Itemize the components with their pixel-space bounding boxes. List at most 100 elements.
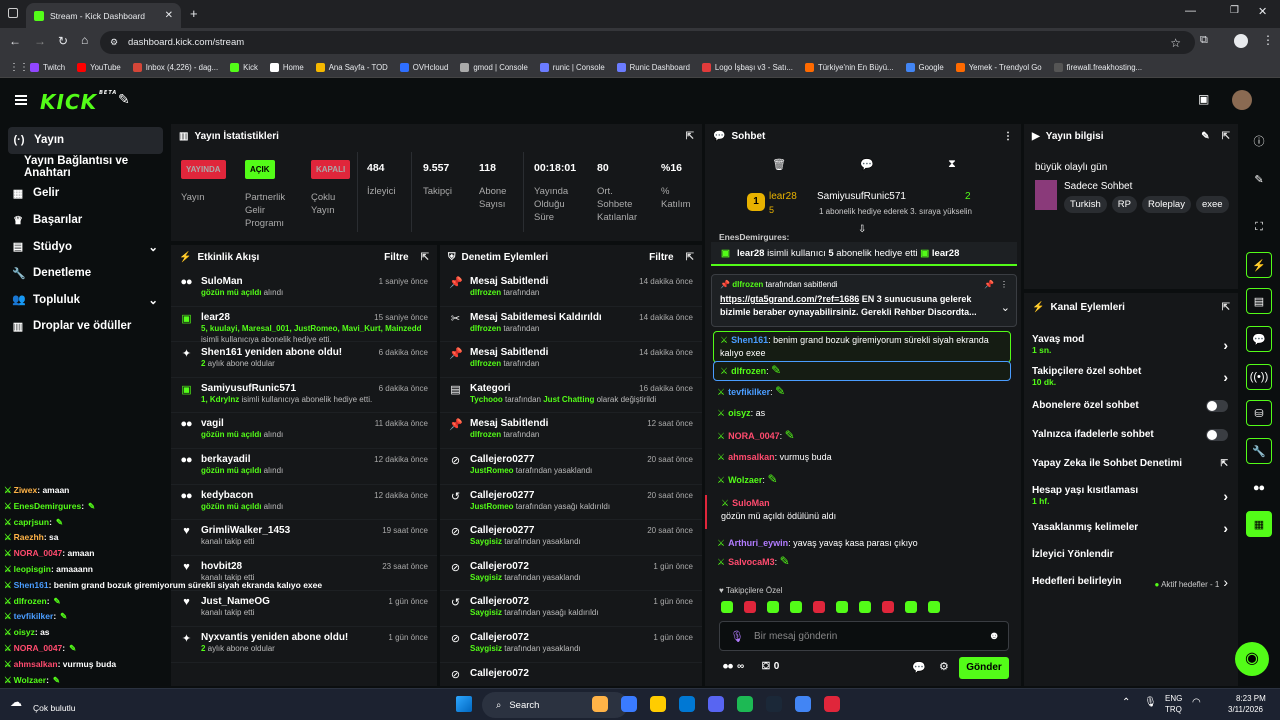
bookmark-item[interactable]: Türkiye'nin En Büyü... [804, 63, 894, 72]
feed-item-user[interactable]: dlfrozen [470, 359, 501, 368]
chevron-right-icon[interactable]: › [1223, 369, 1228, 385]
channel-action-item[interactable]: Yapay Zeka ile Sohbet Denetimi ⇱ [1024, 449, 1238, 478]
feed-item[interactable]: ▣ SamiyusufRunic571 6 dakika önce 1, Kdryln… [171, 378, 437, 414]
chat-message[interactable]: ⚔ SuloMan gözün mü açıldı ödülünü aldı [705, 495, 1015, 529]
feed-item-user[interactable]: gözün mü açıldı [201, 466, 261, 475]
stream-tag[interactable]: exee [1195, 196, 1229, 213]
chevron-up-icon[interactable]: ⌃ [1122, 697, 1130, 708]
channel-action-item[interactable]: Yalnızca ifadelerle sohbet [1024, 420, 1238, 449]
bookmark-item[interactable]: Home [269, 63, 304, 72]
chat-message[interactable]: ⚔ tevfikilker: ✎ [705, 383, 1015, 401]
chat-message[interactable]: ⚔ dlfrozen: ✎ [713, 361, 1011, 381]
feed-item[interactable]: ⦁⦁ berkayadil 12 dakika önce gözün mü açıld… [171, 449, 437, 485]
sidebar-item[interactable]: ▦ Gelir [0, 180, 170, 207]
popout-icon[interactable]: ⇱ [1222, 131, 1230, 142]
feed-item-user[interactable]: dlfrozen [470, 324, 501, 333]
feed-item-user[interactable]: 5, kuulayi, Maresal_001, JustRomeo, Mavi… [201, 324, 422, 333]
channel-action-item[interactable]: Hedefleri belirleyin ● Aktif hedefler - 1… [1024, 567, 1238, 596]
chevron-right-icon[interactable]: › [1223, 520, 1228, 536]
emote-icon[interactable] [882, 601, 894, 613]
pinned-link[interactable]: https://gta5grand.com/?ref=1686 [720, 294, 859, 304]
points-icon[interactable]: ⦁⦁ [723, 661, 733, 672]
new-tab-icon[interactable]: + [190, 6, 198, 21]
edit-icon[interactable]: ✎ [1246, 166, 1272, 192]
chat-username[interactable]: dlfrozen [731, 366, 766, 376]
info-icon[interactable]: ⓘ [1246, 128, 1272, 154]
emote-icon[interactable] [790, 601, 802, 613]
feed-item-user[interactable]: JustRomeo [470, 502, 514, 511]
chat-username[interactable]: oisyz [728, 408, 751, 418]
chat-username[interactable]: ahmsalkan [728, 452, 775, 462]
menu-icon[interactable]: ⋮ [1262, 33, 1274, 47]
emoji-icon[interactable]: ☻ [988, 630, 1000, 642]
feed-item[interactable]: 📌 Mesaj Sabitlendi 14 dakika önce dlfrozen … [440, 342, 702, 378]
emote-icon[interactable] [859, 601, 871, 613]
hamburger-menu-icon[interactable] [15, 95, 27, 105]
forward-icon[interactable]: → [34, 34, 46, 48]
unpin-icon[interactable]: 📌 [984, 280, 994, 289]
feed-item-user[interactable]: dlfrozen [470, 430, 501, 439]
chevron-right-icon[interactable]: › [1223, 337, 1228, 353]
weather-icon[interactable]: ☁ [10, 695, 22, 709]
emote-icon[interactable] [744, 601, 756, 613]
feed-item[interactable]: ↺ Callejero0277 20 saat önce JustRomeo tara… [440, 485, 702, 521]
hourglass-icon[interactable]: ⧗ [948, 158, 956, 171]
feed-item-user[interactable]: JustRomeo [470, 466, 514, 475]
chest-icon[interactable]: ⛋ [762, 661, 770, 672]
settings-gear-icon[interactable]: ⚙ [939, 660, 949, 673]
channel-action-item[interactable]: Hesap yaşı kısıtlaması 1 hf. › [1024, 478, 1238, 513]
bookmark-item[interactable]: OVHcloud [399, 63, 448, 72]
channel-action-item[interactable]: İzleyici Yönlendir [1024, 542, 1238, 567]
stream-tag[interactable]: Roleplay [1142, 196, 1191, 213]
close-icon[interactable]: ✕ [165, 10, 173, 21]
chevron-right-icon[interactable]: › [1223, 574, 1228, 590]
feed-item[interactable]: ⦁⦁ kedybacon 12 dakika önce gözün mü açıldı… [171, 485, 437, 521]
chat-menu-icon[interactable]: ⋮ [1003, 131, 1013, 142]
tab-search-icon[interactable] [8, 8, 18, 18]
clock-date[interactable]: 3/11/2026 [1228, 705, 1263, 714]
channel-action-item[interactable]: Takipçilere özel sohbet 10 dk. › [1024, 362, 1238, 391]
feed-item[interactable]: ⊘ Callejero072 1 gün önce Saygisiz tarafınd… [440, 627, 702, 663]
feed-item[interactable]: ⊘ Callejero072 [440, 663, 702, 686]
taskbar-app-icon[interactable] [621, 696, 637, 712]
toggle-switch[interactable] [1206, 428, 1228, 441]
feed-item[interactable]: ⊘ Callejero0277 20 saat önce Saygisiz taraf… [440, 520, 702, 556]
feed-item[interactable]: ✦ Shen161 yeniden abone oldu! 6 dakika önc… [171, 342, 437, 378]
chevron-down-icon[interactable]: ⌄ [148, 293, 158, 307]
feed-item[interactable]: ✂ Mesaj Sabitlemesi Kaldırıldı 14 dakika ö… [440, 307, 702, 343]
chat-username[interactable]: SalvocaM3 [728, 557, 775, 567]
feed-item-user[interactable]: gözün mü açıldı [201, 430, 261, 439]
stream-tag[interactable]: RP [1111, 196, 1137, 213]
pinned-message[interactable]: 📌 dlfrozen tarafından sabitlendi 📌 ⋮ http… [711, 274, 1017, 327]
edit-icon[interactable]: ✎ [1201, 131, 1209, 142]
feed-item[interactable]: ⊘ Callejero0277 20 saat önce JustRomeo tara… [440, 449, 702, 485]
back-icon[interactable]: ← [9, 34, 21, 48]
bookmark-star-icon[interactable]: ☆ [1170, 36, 1181, 50]
chat-username[interactable]: SuloMan [732, 498, 770, 508]
broadcast-icon[interactable]: ((•)) [1246, 364, 1272, 390]
chat-icon[interactable]: 💬 [1246, 326, 1272, 352]
sidebar-item[interactable]: Yayın Bağlantısı ve Anahtarı [0, 154, 170, 181]
popout-icon[interactable]: ⇱ [686, 252, 694, 263]
feed-item[interactable]: ⦁⦁ SuloMan 1 saniye önce gözün mü açıldı al… [171, 271, 437, 307]
mic-icon[interactable]: 🎙 [1144, 697, 1157, 708]
send-button[interactable]: Gönder [959, 657, 1009, 679]
kick-logo[interactable]: KICK BETA [40, 90, 117, 114]
language-1[interactable]: ENG [1165, 694, 1182, 703]
emote-tile-icon[interactable]: ▦ [1246, 511, 1272, 537]
feed-item-user[interactable]: gözün mü açıldı [201, 288, 261, 297]
chat-bubble-icon[interactable]: 💬 [912, 661, 926, 674]
help-button[interactable]: ◉ [1235, 642, 1269, 676]
feed-item-user[interactable]: Saygisiz [470, 573, 502, 582]
taskbar-app-icon[interactable] [795, 696, 811, 712]
chat-username[interactable]: Wolzaer [728, 475, 762, 485]
emote-icon[interactable] [813, 601, 825, 613]
channel-action-item[interactable]: Yasaklanmış kelimeler › [1024, 513, 1238, 542]
bookmark-item[interactable]: YouTube [77, 63, 121, 72]
chevron-right-icon[interactable]: › [1223, 488, 1228, 504]
pinned-menu-icon[interactable]: ⋮ [1000, 280, 1008, 289]
bookmark-item[interactable]: Kick [230, 63, 258, 72]
popout-icon[interactable]: ⇱ [421, 252, 429, 263]
moderation-filter-button[interactable]: Filtre [649, 252, 673, 263]
sidebar-item[interactable]: 🔧 Denetleme [0, 260, 170, 287]
